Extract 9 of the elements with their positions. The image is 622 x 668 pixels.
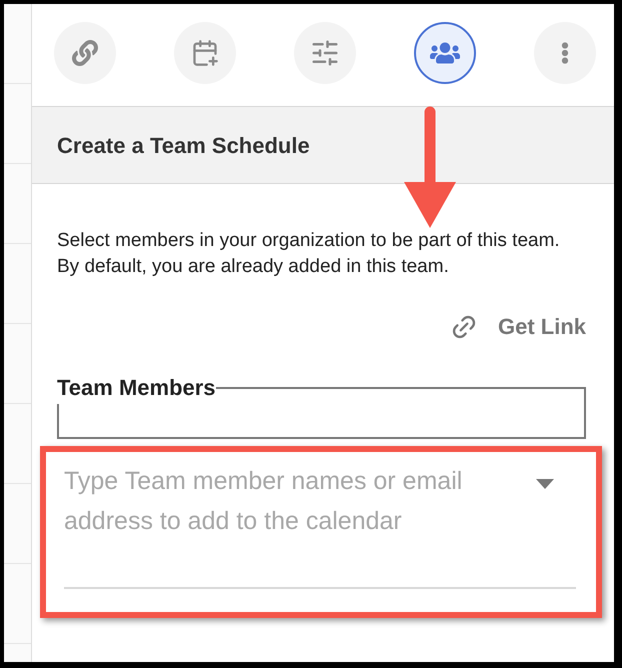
sliders-icon bbox=[310, 38, 340, 68]
get-link[interactable]: Get Link bbox=[498, 310, 586, 343]
team-members-legend: Team Members bbox=[57, 371, 216, 404]
description-text: Select members in your organization to be part of this team. By default, you are already added in this team. bbox=[57, 229, 561, 279]
link-icon bbox=[72, 40, 98, 66]
member-search-field[interactable]: Type Team member names or email address to add to the calendar bbox=[64, 461, 576, 589]
calendar-plus-icon bbox=[191, 39, 219, 67]
section-title: Create a Team Schedule bbox=[57, 132, 310, 160]
dropdown-caret-icon bbox=[536, 479, 554, 489]
